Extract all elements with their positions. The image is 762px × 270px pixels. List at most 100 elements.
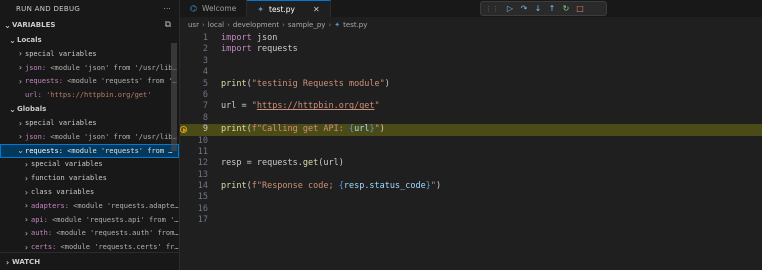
line-number: 13 [197, 169, 208, 180]
code-line[interactable]: 10 [180, 136, 762, 147]
variable-row[interactable]: › requests: <module 'requests' from '… [0, 75, 179, 89]
code-line[interactable]: 6 [180, 90, 762, 101]
code-line[interactable]: 15 [180, 192, 762, 203]
step-out-icon[interactable]: ↑ [545, 4, 559, 13]
code-token: requests [251, 44, 298, 55]
code-token: json [251, 33, 278, 43]
code-token: ) [384, 78, 390, 89]
variable-row[interactable]: › json: <module 'json' from '/usr/lib… [0, 130, 179, 144]
code-line[interactable]: 16 [180, 204, 762, 215]
code-token: f"Calling get API: [251, 124, 349, 135]
line-number: 1 [202, 33, 208, 43]
code-token: resp.status_code [343, 181, 426, 192]
chevron-down-icon: ⌄ [9, 104, 16, 114]
chevron-right-icon: › [24, 228, 29, 238]
step-into-icon[interactable]: ↓ [531, 4, 545, 13]
code-line[interactable]: 11 [180, 147, 762, 158]
more-actions-icon[interactable]: ··· [163, 5, 171, 13]
variable-name: auth: [31, 229, 53, 238]
variable-value: <module 'requests.auth' from… [56, 229, 179, 238]
variable-row[interactable]: › special variables [0, 47, 179, 61]
breadcrumb-item[interactable]: local [208, 21, 224, 29]
variable-row-requests-selected[interactable]: ⌄ requests: <module 'requests' from … [0, 143, 179, 158]
line-number: 14 [197, 181, 208, 192]
chevron-right-icon: › [18, 63, 23, 73]
chevron-right-icon: › [24, 201, 29, 211]
code-line[interactable]: 7 url = "https://httpbin.org/get" [180, 101, 762, 112]
variable-row[interactable]: › special variables [0, 116, 179, 130]
variable-row[interactable]: › special variables [0, 158, 179, 172]
watch-section-header[interactable]: › WATCH [0, 252, 179, 270]
code-line[interactable]: 3 [180, 56, 762, 67]
globals-scope[interactable]: ⌄ Globals [0, 102, 179, 116]
code-token: (url) [318, 158, 344, 169]
code-line[interactable]: 1 import json [180, 33, 762, 44]
drag-handle-icon[interactable]: ⋮⋮ [485, 5, 499, 13]
chevron-right-icon: › [24, 215, 29, 225]
chevron-right-icon: › [18, 49, 23, 59]
variable-name: api: [31, 215, 48, 224]
code-line[interactable]: 17 [180, 215, 762, 226]
variable-name: requests: [25, 77, 63, 86]
breadcrumb-item[interactable]: test.py [343, 21, 367, 29]
code-line[interactable]: 2 import requests [180, 44, 762, 55]
variable-row[interactable]: › auth: <module 'requests.auth' from… [0, 227, 179, 241]
variable-name: function variables [31, 174, 107, 183]
chevron-right-icon: › [24, 187, 29, 197]
code-line[interactable]: 13 [180, 170, 762, 181]
collapse-all-icon[interactable]: ⧉ [165, 20, 171, 30]
variable-row[interactable]: › api: <module 'requests.api' from '… [0, 213, 179, 227]
code-editor[interactable]: 1 import json 2 import requests 3 4 5 print("te… [180, 33, 762, 270]
locals-scope[interactable]: ⌄ Locals [0, 33, 179, 47]
variable-row[interactable]: › json: <module 'json' from '/usr/lib… [0, 61, 179, 75]
variable-row[interactable]: › adapters: <module 'requests.adapte… [0, 199, 179, 213]
line-number: 11 [197, 146, 208, 157]
variable-value: <module 'requests.certs' fr… [60, 243, 179, 252]
chevron-right-icon: › [24, 242, 29, 252]
breadcrumb-item[interactable]: usr [188, 21, 199, 29]
code-token: get [302, 158, 319, 169]
stop-icon[interactable]: □ [573, 4, 587, 13]
code-line[interactable]: 4 [180, 67, 762, 78]
tab-label: test.py [269, 4, 295, 14]
code-token: import [221, 33, 252, 43]
chevron-right-icon: › [24, 173, 29, 183]
variable-name: json: [25, 132, 47, 141]
line-number: 17 [197, 215, 208, 226]
step-over-icon[interactable]: ↷ [517, 4, 531, 13]
code-line[interactable]: 5 print("testinig Requests module") [180, 79, 762, 90]
variable-name: url: [25, 91, 42, 100]
variable-name: special variables [25, 119, 97, 128]
variables-section-header[interactable]: ⌄ VARIABLES ⧉ [0, 17, 179, 33]
restart-icon[interactable]: ↻ [559, 4, 573, 13]
variable-row[interactable]: › class variables [0, 185, 179, 199]
tab-test-py[interactable]: ✦ test.py ✕ [247, 0, 331, 17]
variable-row[interactable]: url: 'https://httpbin.org/get' [0, 88, 179, 102]
breadcrumb-item[interactable]: development [233, 21, 279, 29]
close-icon[interactable]: ✕ [313, 5, 320, 14]
current-execution-arrow-icon[interactable] [180, 126, 187, 134]
variable-row[interactable]: › function variables [0, 171, 179, 185]
breadcrumb-item[interactable]: sample_py [288, 21, 326, 29]
code-line[interactable]: 14 print(f"Response code; {resp.status_co… [180, 181, 762, 192]
code-line[interactable]: 9 print(f"Calling get API: {url}") [180, 124, 762, 136]
debug-toolbar: ⋮⋮ ▷ ↷ ↓ ↑ ↻ □ [480, 1, 607, 16]
code-token: " [374, 101, 380, 112]
sidebar-scrollbar[interactable] [171, 43, 177, 151]
code-line[interactable]: 8 [180, 113, 762, 124]
variable-value: <module 'requests.adapte… [73, 201, 179, 210]
code-line[interactable]: 12 resp = requests.get(url) [180, 158, 762, 169]
tab-welcome[interactable]: ⌬ Welcome [180, 0, 248, 17]
editor-tab-bar: ⌬ Welcome ✦ test.py ✕ [180, 0, 762, 17]
line-number: 15 [197, 192, 208, 203]
line-number: 7 [202, 101, 208, 112]
continue-icon[interactable]: ▷ [503, 4, 517, 13]
code-token: url [354, 124, 370, 135]
locals-label: Locals [17, 36, 42, 44]
variable-name: json: [25, 63, 47, 72]
